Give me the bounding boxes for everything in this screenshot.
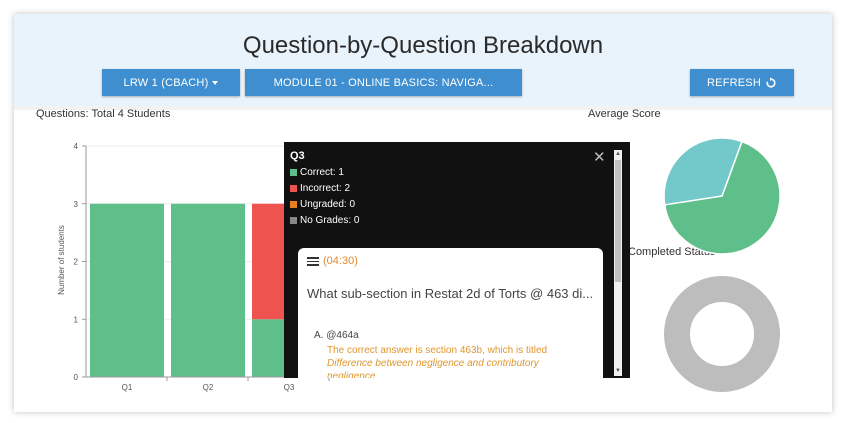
list-icon bbox=[307, 255, 319, 268]
bar-correct-q1[interactable] bbox=[90, 203, 164, 377]
y-tick-label: 4 bbox=[74, 142, 79, 151]
x-tick-label: Q3 bbox=[284, 383, 295, 392]
scroll-down-arrow-icon[interactable]: ▼ bbox=[615, 368, 621, 374]
legend-incorrect: Incorrect: 2 bbox=[290, 183, 350, 194]
explanation-text: The correct answer is section 463b, whic… bbox=[327, 345, 548, 356]
x-tick-label: Q2 bbox=[203, 383, 214, 392]
y-tick-label: 2 bbox=[74, 258, 79, 267]
question-time: (04:30) bbox=[307, 255, 358, 268]
answer-text: A. @464a bbox=[314, 330, 359, 341]
average-score-pie bbox=[663, 137, 781, 255]
legend-incorrect-label: Incorrect: 2 bbox=[300, 183, 351, 194]
answer-explanation: The correct answer is section 463b, whic… bbox=[327, 344, 577, 378]
popup-scroll-thumb[interactable] bbox=[615, 160, 621, 282]
donut-slice[interactable] bbox=[664, 276, 780, 392]
close-icon[interactable]: ✕ bbox=[593, 148, 606, 166]
popup-title: Q3 bbox=[290, 150, 305, 162]
legend-swatch-no-grades bbox=[290, 217, 297, 224]
y-axis-label: Number of students bbox=[57, 225, 66, 295]
legend-swatch-ungraded bbox=[290, 201, 297, 208]
legend-ungraded: Ungraded: 0 bbox=[290, 199, 355, 210]
question-card: (04:30) What sub-section in Restat 2d of… bbox=[298, 248, 603, 378]
scroll-up-arrow-icon[interactable]: ▲ bbox=[615, 151, 621, 157]
legend-ungraded-label: Ungraded: 0 bbox=[300, 199, 356, 210]
x-tick-label: Q1 bbox=[122, 383, 133, 392]
legend-no-grades-label: No Grades: 0 bbox=[300, 215, 360, 226]
legend-correct-label: Correct: 1 bbox=[300, 167, 344, 178]
question-popup: Q3 ✕ Correct: 1 Incorrect: 2 Ungraded: 0… bbox=[284, 142, 630, 378]
legend-correct: Correct: 1 bbox=[290, 167, 344, 178]
y-tick-label: 1 bbox=[74, 315, 79, 324]
completed-status-donut bbox=[664, 276, 780, 392]
y-tick-label: 3 bbox=[74, 200, 79, 209]
y-tick-label: 0 bbox=[74, 373, 79, 382]
question-time-label: (04:30) bbox=[323, 255, 358, 268]
legend-swatch-correct bbox=[290, 169, 297, 176]
bar-correct-q2[interactable] bbox=[171, 203, 245, 377]
legend-no-grades: No Grades: 0 bbox=[290, 215, 359, 226]
explanation-italic-text: Difference between negligence and contri… bbox=[327, 358, 539, 378]
legend-swatch-incorrect bbox=[290, 185, 297, 192]
question-text: What sub-section in Restat 2d of Torts @… bbox=[307, 286, 594, 301]
